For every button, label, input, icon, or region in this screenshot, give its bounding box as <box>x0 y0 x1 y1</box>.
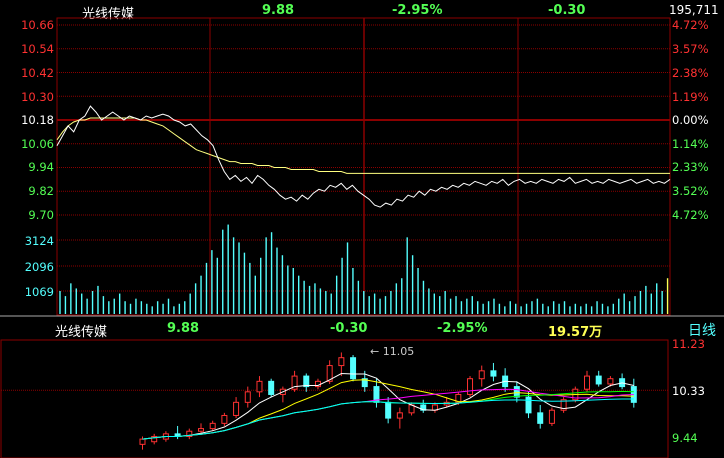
candle-body <box>548 409 555 424</box>
candle-body <box>478 370 485 380</box>
candle-body <box>525 396 532 414</box>
candle-body <box>268 380 275 395</box>
candle-body <box>467 378 474 395</box>
candle-body <box>584 375 591 390</box>
kline-price-tick: 11.23 <box>672 337 705 351</box>
candle-body <box>221 414 228 424</box>
kline-chart[interactable] <box>0 0 724 458</box>
candle-body <box>256 380 263 393</box>
kline-frame <box>0 339 669 458</box>
high-price-label: 11.05 <box>382 345 415 358</box>
candle-body <box>595 375 602 385</box>
candle-body <box>139 438 146 445</box>
candle-body <box>607 378 614 385</box>
candle-body <box>244 391 251 403</box>
kline-price-tick: 9.44 <box>672 431 698 445</box>
candle-body <box>490 370 497 377</box>
candle-body <box>338 357 345 367</box>
candle-body <box>396 412 403 419</box>
candle-body <box>385 401 392 419</box>
candle-body <box>197 428 204 432</box>
candle-body <box>209 422 216 430</box>
candle-body <box>537 412 544 424</box>
high-price-marker: ← 11.05 <box>370 345 414 358</box>
kline-price-tick: 10.33 <box>672 384 705 398</box>
candle-body <box>233 401 240 416</box>
stock-terminal: 光线传媒 9.88 -2.95% -0.30 195,711 10.66 10.… <box>0 0 724 458</box>
high-arrow-icon: ← <box>370 345 383 358</box>
candle-body <box>513 386 520 398</box>
candle-body <box>350 357 357 380</box>
